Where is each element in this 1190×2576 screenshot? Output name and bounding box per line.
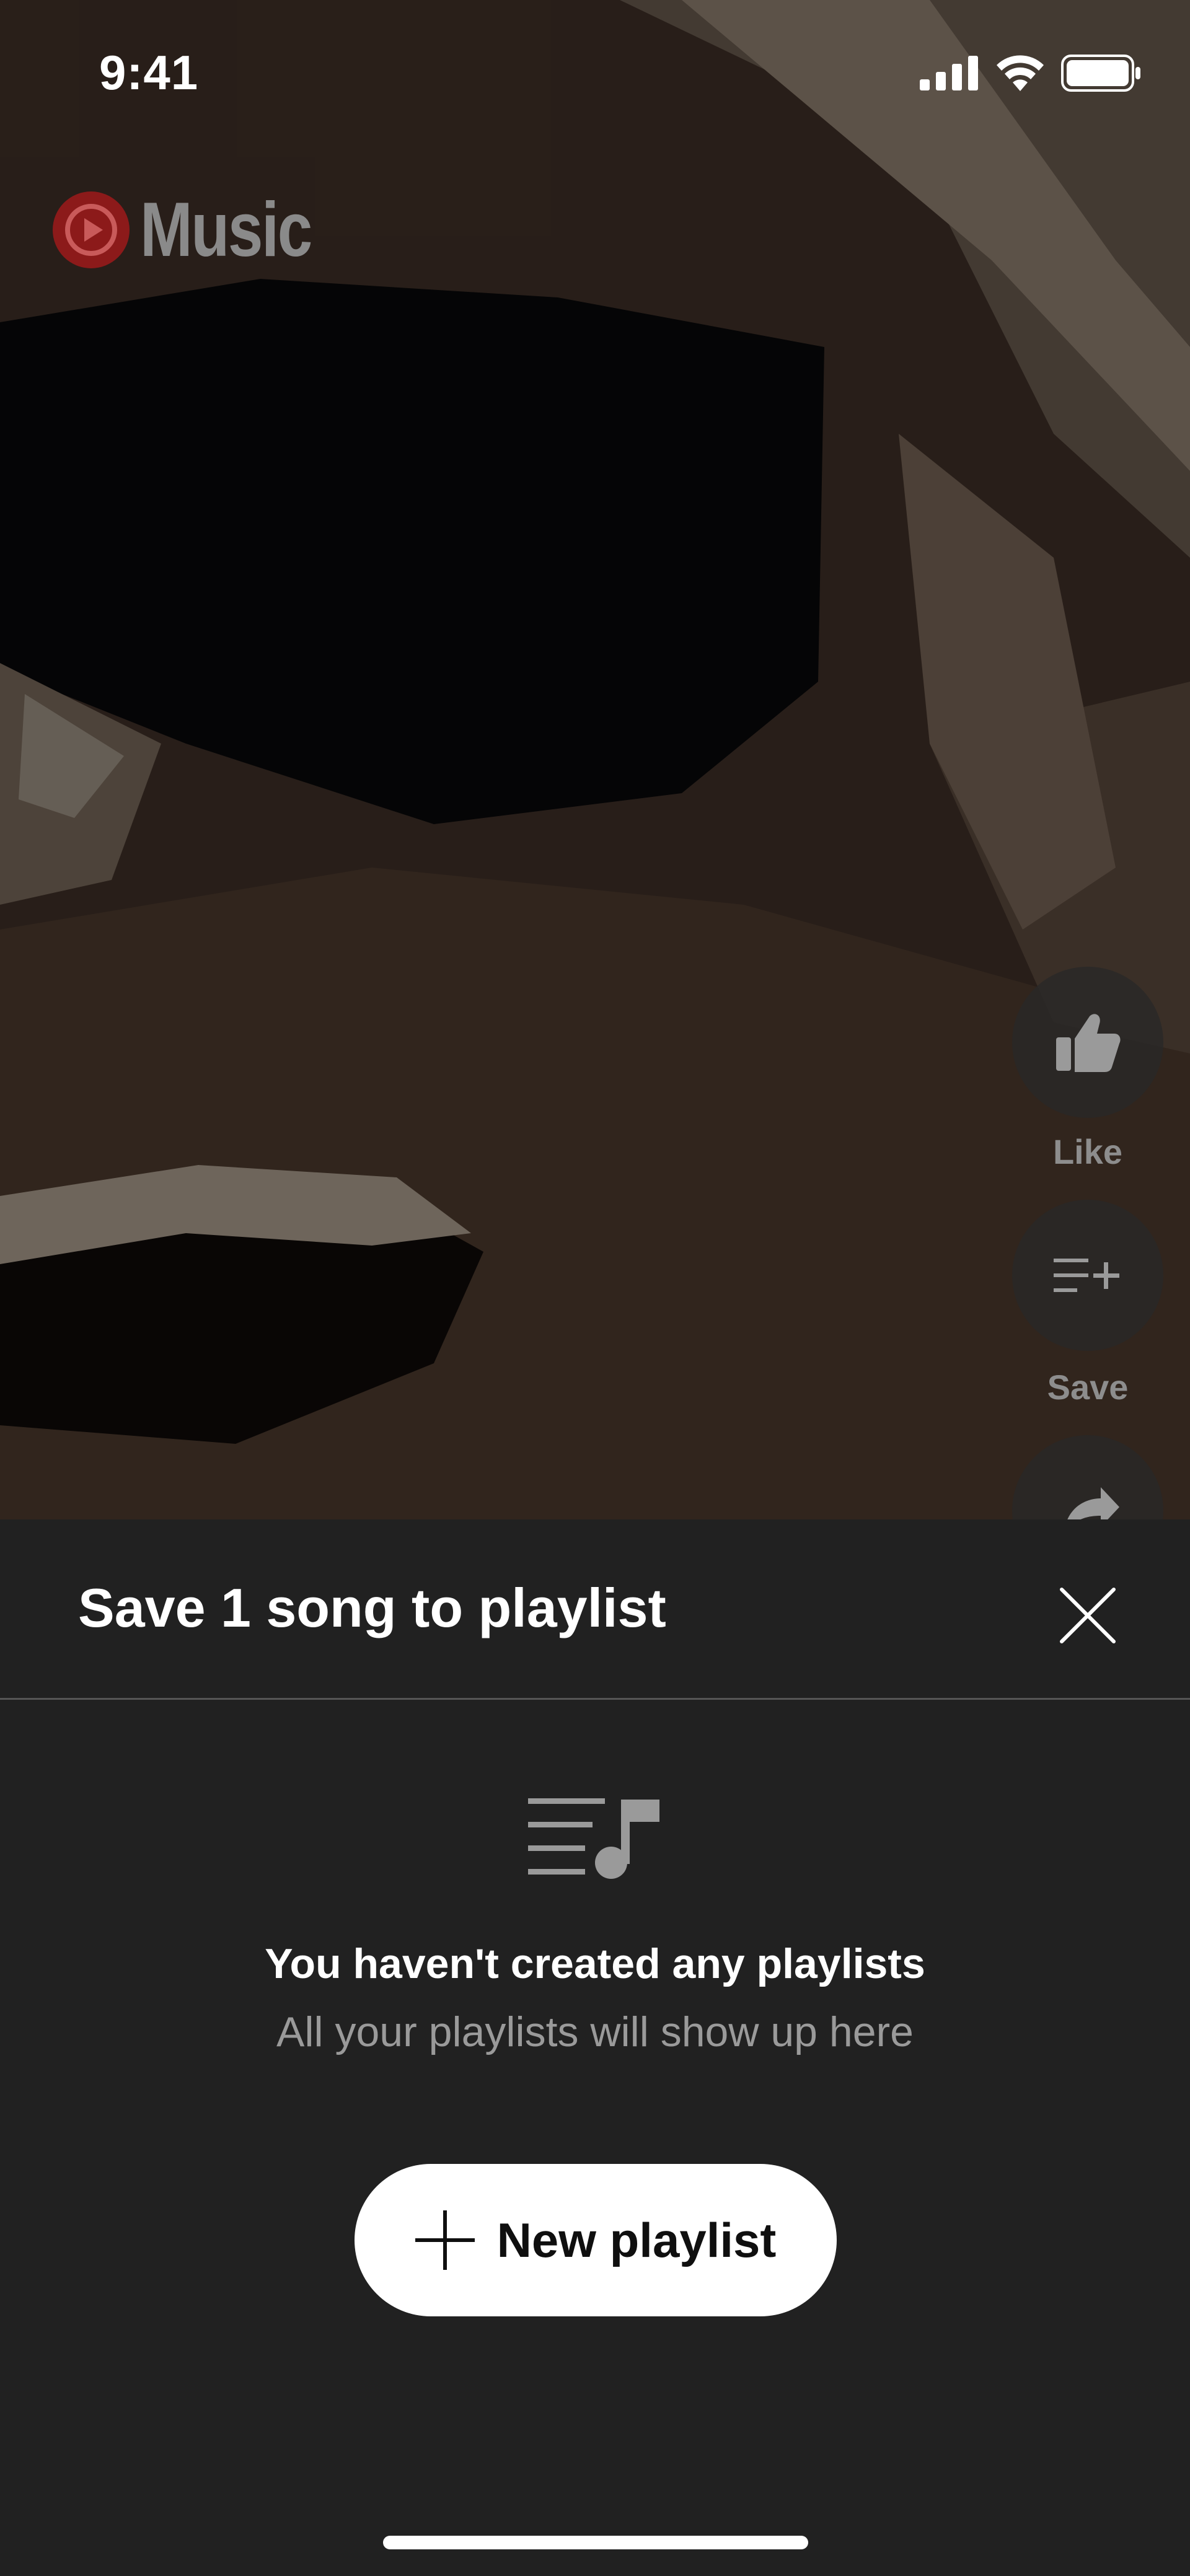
save-button[interactable] [1012,1200,1163,1351]
youtube-music-logo-icon [53,191,130,268]
playlist-music-icon [528,1798,661,1882]
like-button[interactable] [1012,967,1163,1118]
status-icons [920,55,1142,92]
battery-icon [1061,55,1140,92]
screen: 9:41 Music Like Save Save 1 song to play… [0,0,1190,2576]
app-logo[interactable]: Music [51,186,348,274]
new-playlist-label: New playlist [496,2212,777,2267]
sheet-header: Save 1 song to playlist [0,1519,1190,1700]
cellular-signal-icon [920,56,978,90]
status-time: 9:41 [99,45,199,100]
sheet-title: Save 1 song to playlist [78,1577,666,1638]
new-playlist-button[interactable]: New playlist [355,2164,837,2316]
logo-text: Music [140,187,312,273]
plus-icon [415,2210,475,2270]
empty-state-title: You haven't created any playlists [265,1940,925,1987]
wifi-icon [997,55,1044,91]
like-label: Like [1052,1132,1123,1171]
home-indicator[interactable] [383,2536,808,2549]
close-button[interactable] [1047,1575,1128,1656]
close-icon [1060,1588,1116,1643]
save-to-playlist-sheet: Save 1 song to playlist You haven't crea… [0,1519,1190,2576]
empty-state-subtitle: All your playlists will show up here [276,2008,914,2055]
save-label: Save [1047,1368,1129,1407]
thumbs-up-icon [1056,1014,1121,1072]
playlist-add-icon [1054,1259,1119,1292]
